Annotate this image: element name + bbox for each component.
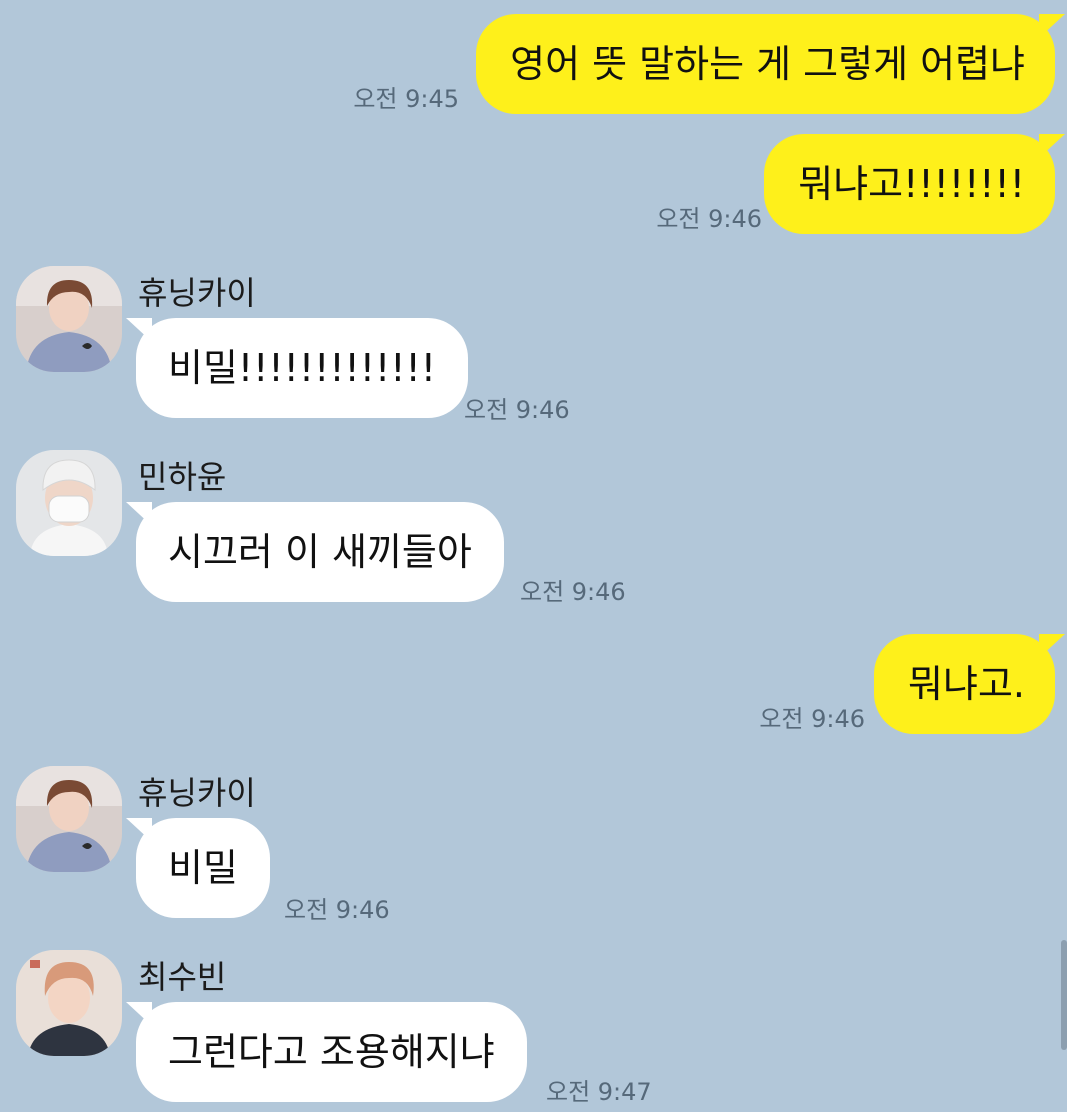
incoming-message: 민하윤 시끄러 이 새끼들아 오전 9:46 [0,448,1067,606]
incoming-message: 휴닝카이 비밀 오전 9:46 [0,764,1067,924]
avatar-minhayun[interactable] [16,450,122,556]
outgoing-bubble[interactable]: 뭐냐고. [874,634,1065,734]
outgoing-message: 오전 9:46 뭐냐고!!!!!!!! [0,134,1067,236]
incoming-bubble[interactable]: 비밀 [126,818,270,918]
message-timestamp: 오전 9:46 [759,705,865,733]
message-timestamp: 오전 9:47 [546,1078,652,1106]
sender-name: 휴닝카이 [138,774,256,812]
message-timestamp: 오전 9:46 [464,396,570,424]
chat-room[interactable]: 오전 9:45 영어 뜻 말하는 게 그렇게 어렵냐 오전 9:46 뭐냐고!!… [0,0,1067,1112]
message-timestamp: 오전 9:46 [656,205,762,233]
incoming-bubble[interactable]: 시끄러 이 새끼들아 [126,502,504,602]
avatar-hueningkai[interactable] [16,266,122,372]
outgoing-bubble[interactable]: 영어 뜻 말하는 게 그렇게 어렵냐 [476,14,1065,114]
message-timestamp: 오전 9:46 [520,578,626,606]
outgoing-message: 오전 9:45 영어 뜻 말하는 게 그렇게 어렵냐 [0,14,1067,116]
sender-name: 휴닝카이 [138,274,256,312]
sender-name: 최수빈 [138,958,227,996]
sender-name: 민하윤 [138,458,227,496]
avatar-hueningkai[interactable] [16,766,122,872]
incoming-message: 최수빈 그런다고 조용해지냐 오전 9:47 [0,948,1067,1106]
scrollbar-thumb[interactable] [1061,940,1067,1050]
avatar-choisoobin[interactable] [16,950,122,1056]
message-timestamp: 오전 9:46 [284,896,390,924]
incoming-message: 휴닝카이 비밀!!!!!!!!!!!!! 오전 9:46 [0,264,1067,424]
incoming-bubble[interactable]: 그런다고 조용해지냐 [126,1002,527,1102]
outgoing-bubble[interactable]: 뭐냐고!!!!!!!! [764,134,1065,234]
outgoing-message: 오전 9:46 뭐냐고. [0,634,1067,736]
incoming-bubble[interactable]: 비밀!!!!!!!!!!!!! [126,318,468,418]
message-timestamp: 오전 9:45 [353,85,459,113]
